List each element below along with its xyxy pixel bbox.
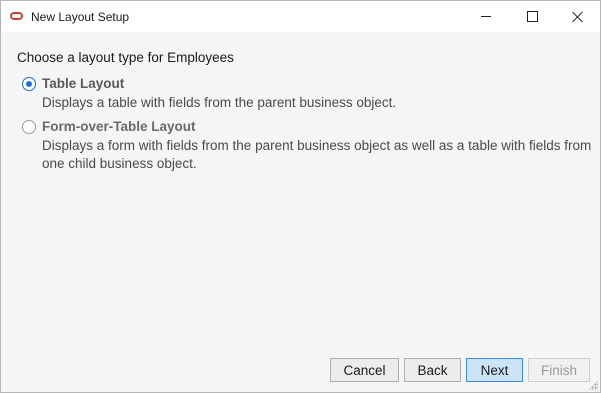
title-bar[interactable]: New Layout Setup [1, 1, 600, 32]
maximize-button[interactable] [509, 1, 555, 32]
oracle-app-icon [10, 12, 23, 20]
next-button[interactable]: Next [466, 358, 523, 382]
back-button[interactable]: Back [404, 358, 461, 382]
maximize-icon [526, 11, 538, 22]
cancel-button[interactable]: Cancel [330, 358, 399, 382]
option-description: Displays a form with fields from the par… [42, 138, 592, 171]
radio-form-over-table-layout[interactable] [22, 120, 36, 134]
close-icon [572, 11, 584, 23]
option-label[interactable]: Form-over-Table Layout [42, 119, 196, 134]
dialog-window: New Layout Setup Choose a layout type fo… [0, 0, 601, 393]
close-button[interactable] [555, 1, 600, 32]
option-description: Displays a table with fields from the pa… [42, 95, 397, 110]
minimize-button[interactable] [463, 1, 509, 32]
radio-table-layout[interactable] [22, 77, 36, 91]
option-label[interactable]: Table Layout [42, 76, 124, 91]
minimize-icon [481, 16, 491, 17]
finish-button: Finish [528, 358, 590, 382]
window-title: New Layout Setup [31, 10, 130, 24]
layout-prompt: Choose a layout type for Employees [17, 50, 234, 65]
